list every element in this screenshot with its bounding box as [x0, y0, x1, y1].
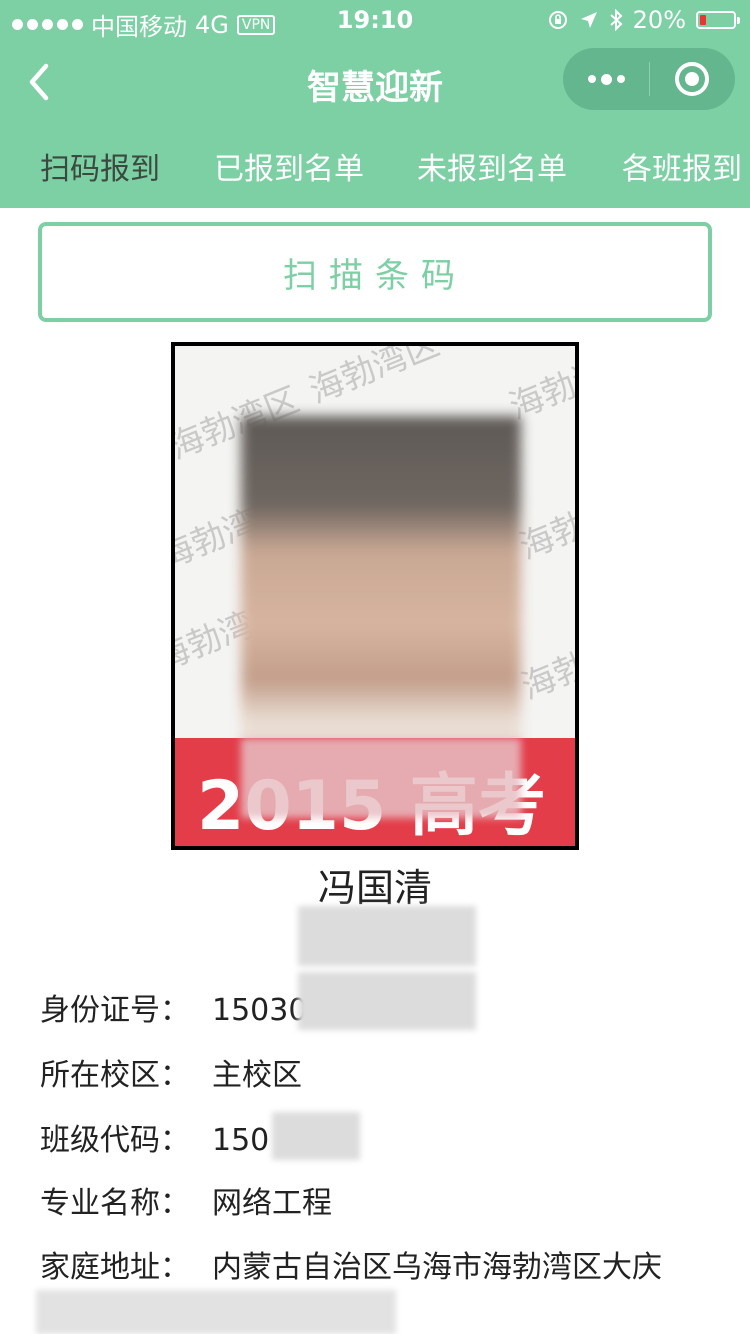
student-photo: 海勃湾区 海勃湾区 海勃湾区 海勃湾区 海勃湾区 海勃湾区 海勃湾区 2015 …: [171, 342, 579, 850]
photo-watermark: 海勃湾区: [513, 479, 579, 568]
info-value: 主校区: [212, 1058, 302, 1093]
info-label: 家庭地址：: [40, 1250, 190, 1285]
bluetooth-icon: [609, 9, 623, 31]
address-continuation-redaction: [36, 1290, 396, 1334]
tab-class-checkin[interactable]: 各班报到: [622, 144, 742, 188]
tab-not-checked-in-list[interactable]: 未报到名单: [417, 144, 567, 188]
info-value: 内蒙古自治区乌海市海勃湾区大庆: [212, 1250, 662, 1285]
scan-barcode-button[interactable]: 扫描条码: [38, 222, 712, 322]
student-name: 冯国清: [317, 866, 432, 910]
tab-checked-in-list[interactable]: 已报到名单: [214, 144, 364, 188]
info-row-campus: 所在校区： 主校区: [40, 1050, 302, 1094]
tab-bar: 扫码报到 已报到名单 未报到名单 各班报到: [0, 124, 750, 208]
rotation-lock-icon: [548, 11, 567, 29]
status-right: 20%: [547, 6, 740, 34]
info-label: 所在校区：: [40, 1058, 190, 1093]
photo-watermark: 海勃湾区: [515, 619, 579, 708]
info-label: 身份证号：: [40, 993, 190, 1028]
id-card-redaction: [298, 972, 476, 1030]
target-circle-icon[interactable]: [675, 62, 709, 96]
tab-scan-checkin[interactable]: 扫码报到: [40, 144, 160, 188]
info-row-major: 专业名称： 网络工程: [40, 1178, 332, 1222]
info-row-home-address: 家庭地址： 内蒙古自治区乌海市海勃湾区大庆: [40, 1242, 662, 1286]
more-dots-icon[interactable]: [563, 48, 649, 110]
info-value: 网络工程: [212, 1186, 332, 1221]
info-label: 专业名称：: [40, 1186, 190, 1221]
battery-level-fill: [700, 15, 706, 25]
student-id-redaction: [298, 906, 476, 966]
battery-percent: 20%: [632, 6, 686, 34]
capsule-divider: [649, 62, 650, 96]
mini-program-capsule: [563, 48, 735, 110]
info-label: 班级代码：: [40, 1123, 190, 1158]
status-bar: 中国移动 4G VPN 19:10 20%: [0, 0, 750, 41]
battery-icon: [696, 11, 740, 29]
nav-bar: 智慧迎新: [0, 40, 750, 124]
class-code-redaction: [272, 1112, 360, 1160]
banner-redaction: [241, 738, 521, 818]
location-arrow-icon: [580, 12, 597, 28]
photo-watermark: 海勃湾区: [303, 342, 445, 412]
